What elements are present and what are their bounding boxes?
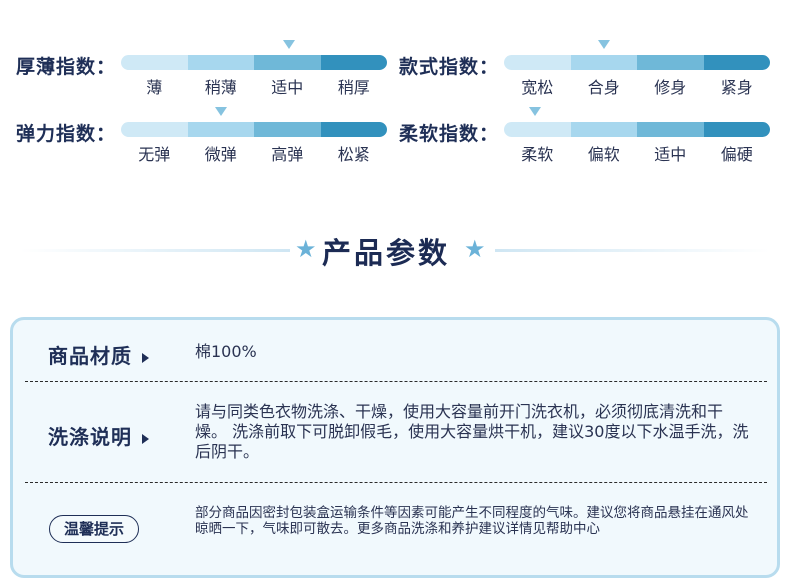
index-elasticity-option: 无弹: [138, 145, 171, 164]
wash-label: 洗涤说明: [48, 421, 149, 450]
index-thickness-option: 薄: [146, 78, 163, 97]
tip-text: 部分商品因密封包装盒运输条件等因素可能产生不同程度的气味。建议您将商品悬挂在通风…: [195, 505, 749, 537]
index-elasticity-label: 弹力指数：: [16, 123, 117, 145]
section-title: 产品参数: [322, 236, 451, 270]
row-divider: [25, 482, 767, 483]
star-icon: ★: [464, 235, 486, 263]
index-elasticity-option: 高弹: [271, 145, 304, 164]
index-thickness-option: 稍薄: [204, 78, 237, 97]
index-thickness-option: 适中: [271, 78, 304, 97]
index-softness-label: 柔软指数：: [399, 123, 500, 145]
material-label: 商品材质: [48, 340, 149, 369]
index-thickness-bar: [121, 55, 387, 70]
index-elasticity-bar: [121, 122, 387, 137]
row-divider: [25, 381, 767, 382]
index-elasticity-option: 微弹: [204, 145, 237, 164]
index-elasticity-option: 松紧: [337, 145, 370, 164]
index-fit-marker-icon: [598, 40, 610, 49]
index-softness-option: 偏软: [587, 145, 620, 164]
index-softness-option: 柔软: [521, 145, 554, 164]
divider-line: [20, 249, 290, 252]
index-thickness-label: 厚薄指数：: [16, 56, 117, 78]
section-header: ★ 产品参数 ★: [0, 228, 790, 272]
index-thickness-marker-icon: [283, 40, 295, 49]
tip-badge: 温馨提示: [49, 515, 139, 543]
index-fit-option: 宽松: [521, 78, 554, 97]
index-fit-option: 合身: [587, 78, 620, 97]
product-params-card: 商品材质 棉100% 洗涤说明 请与同类色衣物洗涤、干燥，使用大容量前开门洗衣机…: [10, 317, 780, 578]
index-softness-marker-icon: [529, 107, 541, 116]
star-icon: ★: [295, 235, 317, 263]
index-softness-bar: [504, 122, 770, 137]
triangle-right-icon: [142, 433, 149, 444]
triangle-right-icon: [142, 352, 149, 363]
index-fit-option: 修身: [654, 78, 687, 97]
index-softness-option: 偏硬: [720, 145, 753, 164]
index-softness-option: 适中: [654, 145, 687, 164]
material-value: 棉100%: [195, 342, 257, 361]
wash-value: 请与同类色衣物洗涤、干燥，使用大容量前开门洗衣机，必须彻底清洗和干燥。 洗涤前取…: [195, 402, 749, 461]
index-fit-option: 紧身: [720, 78, 753, 97]
index-fit-bar: [504, 55, 770, 70]
index-thickness-option: 稍厚: [337, 78, 370, 97]
index-fit-label: 款式指数：: [399, 56, 500, 78]
index-elasticity-marker-icon: [215, 107, 227, 116]
divider-line: [495, 249, 770, 252]
